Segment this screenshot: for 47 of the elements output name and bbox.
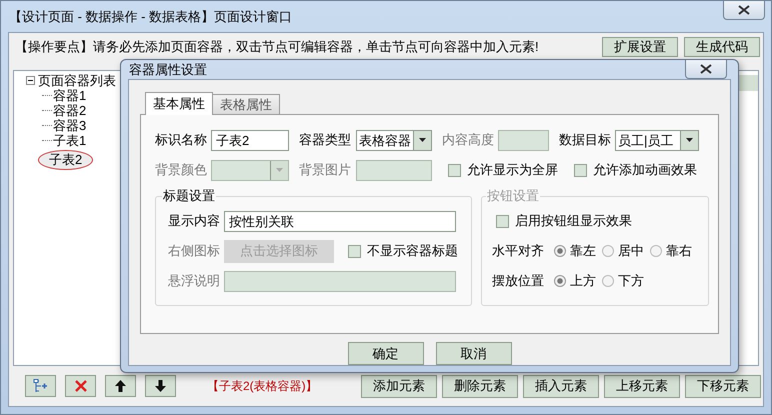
- radio-label: 居中: [618, 242, 644, 260]
- window-title: 【设计页面 - 数据操作 - 数据表格】页面设计窗口: [9, 8, 292, 26]
- dropdown[interactable]: 员工|员工: [615, 130, 699, 150]
- checkbox-label: 启用按钮组显示效果: [515, 212, 632, 230]
- element-button[interactable]: 插入元素: [523, 374, 599, 398]
- field-label: 水平对齐: [492, 242, 545, 260]
- tree-item[interactable]: 子表2: [38, 150, 94, 170]
- group-title: 标题设置: [162, 187, 216, 205]
- action-button[interactable]: 扩展设置: [602, 37, 678, 57]
- element-button[interactable]: 上移元素: [604, 374, 680, 398]
- element-button[interactable]: 添加元素: [361, 374, 437, 398]
- field-label: 标识名称: [155, 131, 208, 149]
- radio-label: 靠右: [666, 242, 692, 260]
- input-field[interactable]: 子表2: [211, 130, 289, 150]
- radio-label: 上方: [570, 272, 596, 290]
- field-label: 背景颜色: [155, 161, 208, 179]
- tree-item[interactable]: 容器3: [52, 118, 88, 132]
- tree-item[interactable]: 子表1: [52, 134, 88, 148]
- field-label: 背景图片: [299, 161, 352, 179]
- field-label: 显示内容: [168, 212, 221, 230]
- dialog-button[interactable]: 确定: [348, 342, 424, 365]
- field-label: 摆放位置: [492, 272, 545, 290]
- current-container-label: 【子表2(表格容器)】: [207, 378, 318, 394]
- hint-text: 【操作要点】请务必先添加页面容器，双击节点可编辑容器，单击节点可向容器中加入元素!: [15, 38, 540, 56]
- tree-item[interactable]: 容器2: [52, 104, 88, 118]
- dialog-title: 容器属性设置: [129, 60, 207, 78]
- tab[interactable]: 基本属性: [145, 92, 213, 115]
- checkbox-label: 允许显示为全屏: [467, 161, 558, 179]
- dropdown[interactable]: 表格容器: [356, 130, 432, 150]
- checkbox-label: 允许添加动画效果: [593, 161, 697, 179]
- field-label: 悬浮说明: [168, 272, 221, 290]
- group-title: 按钮设置: [486, 187, 540, 205]
- radio-label: 靠左: [570, 242, 596, 260]
- tab[interactable]: 表格属性: [212, 94, 280, 114]
- field-label: 数据目标: [559, 131, 612, 149]
- tree-item[interactable]: 页面容器列表: [37, 74, 117, 88]
- tree-item[interactable]: 容器1: [52, 88, 88, 102]
- dialog-button[interactable]: 取消: [436, 342, 512, 365]
- field-label: 容器类型: [299, 131, 352, 149]
- field-label: 右侧图标: [168, 242, 221, 260]
- action-button[interactable]: 生成代码: [684, 37, 760, 57]
- field-label: 内容高度: [442, 131, 495, 149]
- checkbox-label: 不显示容器标题: [367, 242, 458, 260]
- input-field[interactable]: 按性别关联: [224, 210, 456, 232]
- radio-label: 下方: [618, 272, 644, 290]
- element-button[interactable]: 删除元素: [442, 374, 518, 398]
- element-button[interactable]: 下移元素: [685, 374, 761, 398]
